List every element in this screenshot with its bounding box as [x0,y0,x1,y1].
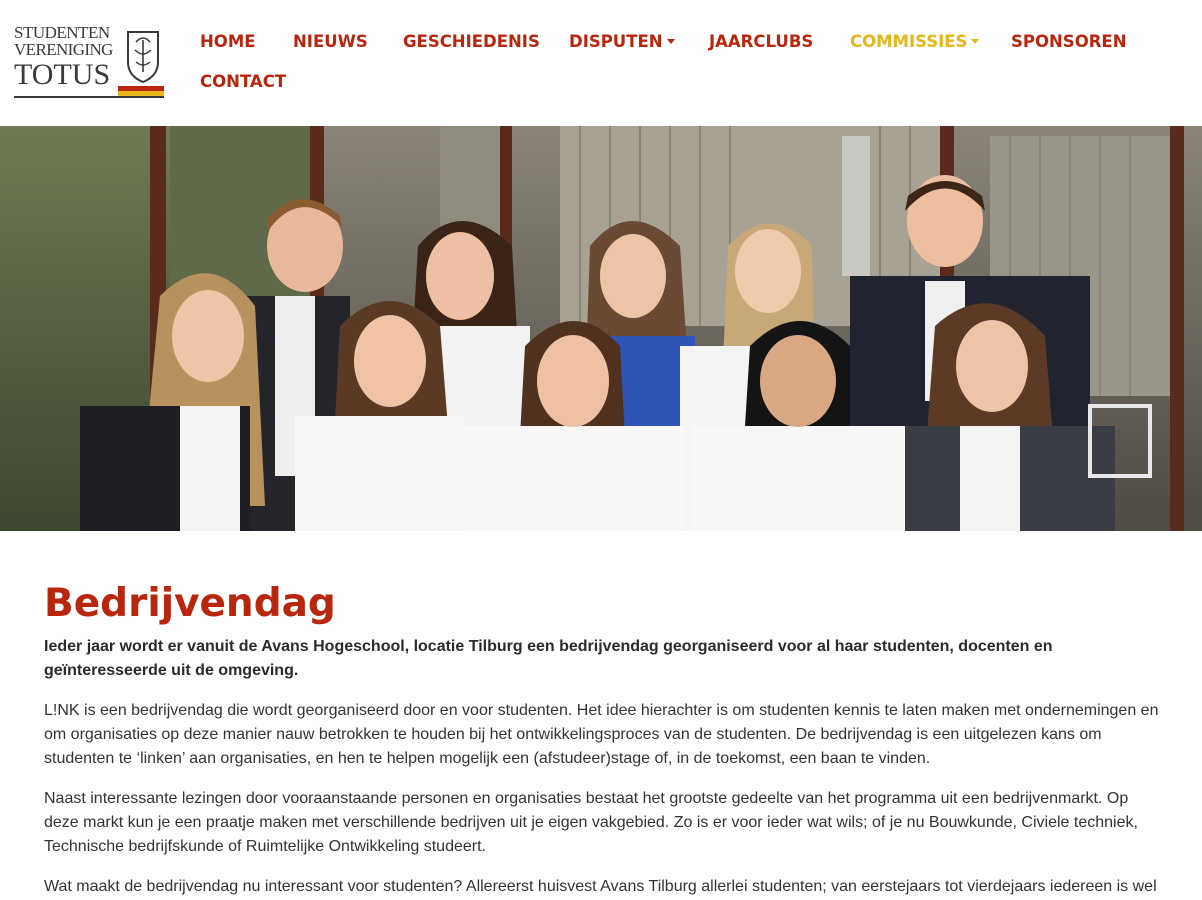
crest-icon [127,31,159,84]
nav-nieuws[interactable]: NIEUWS [293,32,368,52]
logo-line-2: VERENIGING [14,40,113,59]
body-paragraph-2: Naast interessante lezingen door vooraan… [44,790,1138,855]
logo-line-3: TOTUS [14,58,111,91]
logo-underline [14,96,164,98]
nav-home[interactable]: HOME [200,32,256,52]
site-header: STUDENTEN VERENIGING TOTUS HOME NIEUWS G… [0,0,1202,126]
nav-disputen[interactable]: DISPUTEN [569,32,675,52]
nav-commissies[interactable]: COMMISSIES [850,32,980,52]
nav-sponsoren[interactable]: SPONSOREN [1011,32,1127,52]
nav-geschiedenis[interactable]: GESCHIEDENIS [403,32,540,52]
site-logo[interactable]: STUDENTEN VERENIGING TOTUS [12,24,164,102]
intro-paragraph: Ieder jaar wordt er vanuit de Avans Hoge… [44,638,1053,679]
nav-jaarclubs[interactable]: JAARCLUBS [709,32,813,52]
body-paragraph-1: L!NK is een bedrijvendag die wordt georg… [44,702,1159,767]
nav-disputen-label: DISPUTEN [569,32,663,51]
caret-down-icon [666,39,675,44]
caret-down-icon [971,39,980,44]
nav-commissies-label: COMMISSIES [850,32,968,51]
group-photo-icon [0,126,1202,531]
page-title: Bedrijvendag [44,581,336,626]
hero-image [0,126,1202,531]
nav-contact[interactable]: CONTACT [200,72,286,92]
body-paragraph-3: Wat maakt de bedrijvendag nu interessant… [44,878,1157,895]
